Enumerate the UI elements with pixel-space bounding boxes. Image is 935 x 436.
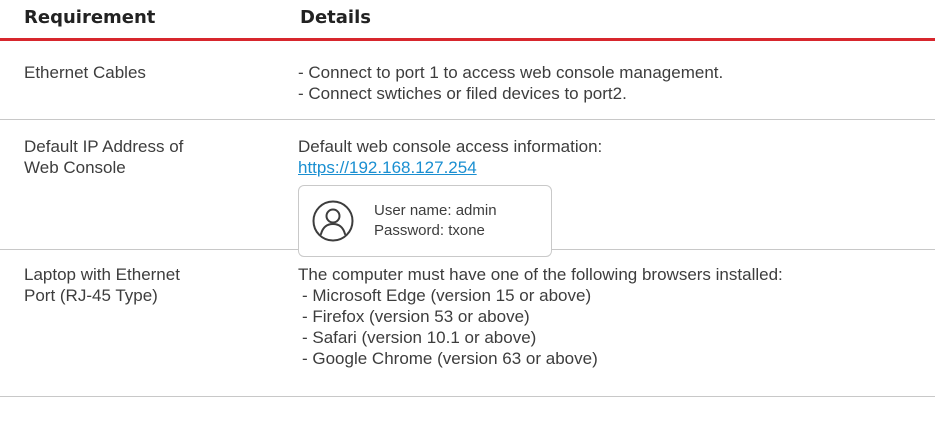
requirement-text: Ethernet Cables	[24, 63, 146, 82]
requirements-table: Requirement Details Ethernet Cables - Co…	[0, 0, 935, 397]
details-cell: The computer must have one of the follow…	[298, 264, 928, 369]
browser-list-item: - Microsoft Edge (version 15 or above)	[302, 286, 592, 305]
credentials-text: User name: admin Password: txone	[374, 201, 497, 241]
requirement-cell: Default IP Address of Web Console	[24, 136, 264, 178]
credentials-box: User name: admin Password: txone	[298, 185, 552, 257]
details-cell: Default web console access information: …	[298, 136, 928, 178]
details-cell: - Connect to port 1 to access web consol…	[298, 62, 928, 104]
browser-list-item: - Firefox (version 53 or above)	[302, 307, 530, 326]
username-text: User name: admin	[374, 202, 497, 219]
detail-line: - Connect to port 1 to access web consol…	[298, 63, 724, 82]
detail-line: Default web console access information:	[298, 137, 603, 156]
detail-line: - Connect swtiches or filed devices to p…	[298, 84, 627, 103]
detail-line: The computer must have one of the follow…	[298, 265, 783, 284]
browser-list-item: - Safari (version 10.1 or above)	[302, 328, 537, 347]
details-column-header: Details	[300, 7, 371, 28]
web-console-link[interactable]: https://192.168.127.254	[298, 157, 928, 178]
table-row: Laptop with Ethernet Port (RJ-45 Type) T…	[0, 250, 935, 397]
requirement-text: Web Console	[24, 158, 126, 177]
requirement-text: Default IP Address of	[24, 137, 184, 156]
requirement-cell: Laptop with Ethernet Port (RJ-45 Type)	[24, 264, 264, 306]
user-circle-icon	[312, 200, 354, 242]
requirement-text: Laptop with Ethernet	[24, 265, 180, 284]
table-row: Ethernet Cables - Connect to port 1 to a…	[0, 41, 935, 120]
requirement-text: Port (RJ-45 Type)	[24, 286, 158, 305]
password-text: Password: txone	[374, 222, 485, 239]
requirement-column-header: Requirement	[24, 7, 156, 28]
table-header: Requirement Details	[0, 0, 935, 41]
table-row: Default IP Address of Web Console Defaul…	[0, 120, 935, 257]
requirement-cell: Ethernet Cables	[24, 62, 264, 83]
browser-list-item: - Google Chrome (version 63 or above)	[302, 349, 598, 368]
